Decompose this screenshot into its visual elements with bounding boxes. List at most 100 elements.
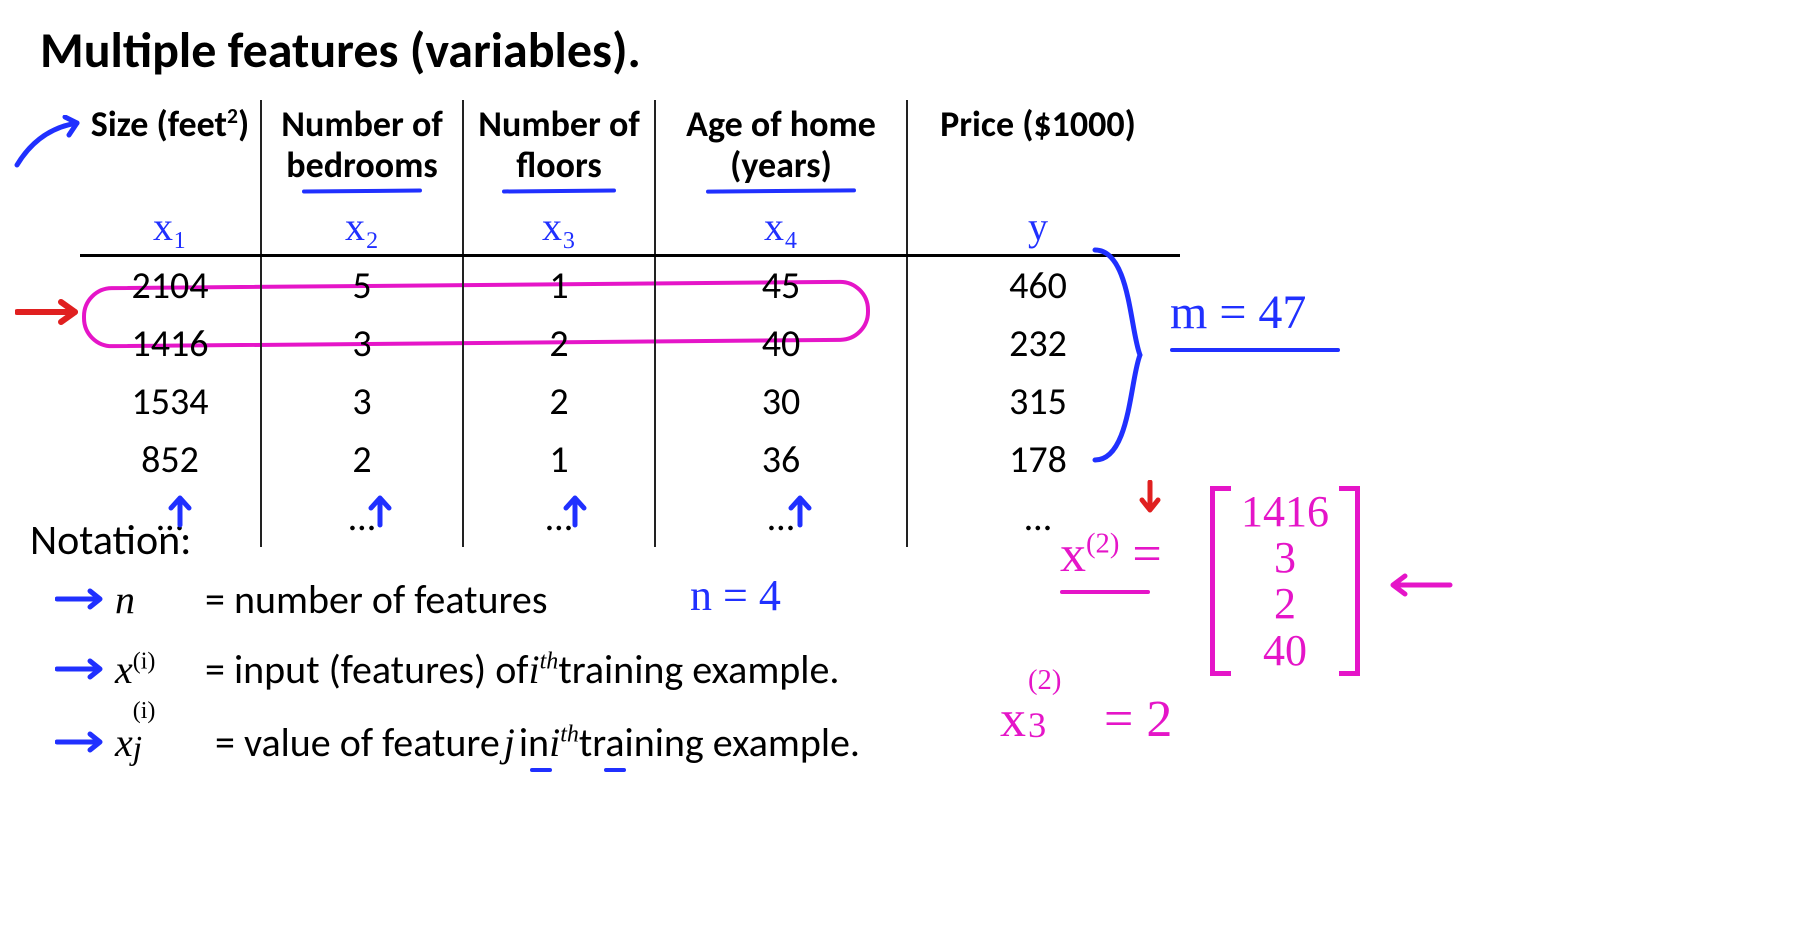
vector-value: 40 bbox=[1263, 628, 1307, 674]
cell: 1 bbox=[464, 431, 656, 489]
x2-vector-matrix: 1416 3 2 40 bbox=[1210, 485, 1360, 678]
text: (years) bbox=[730, 143, 832, 187]
table-row: 1534 3 2 30 315 bbox=[80, 373, 1180, 431]
uparrow-under-x2-icon bbox=[360, 490, 400, 530]
cell: 30 bbox=[656, 373, 908, 431]
text: x bbox=[115, 720, 133, 765]
var-label-x1: x₁ bbox=[80, 195, 262, 254]
cell: 36 bbox=[656, 431, 908, 489]
table-row: 1416 3 2 40 232 bbox=[80, 315, 1180, 373]
table-row-ellipsis: … … … … … bbox=[80, 489, 1180, 547]
vector-value: 2 bbox=[1274, 581, 1296, 627]
definition-xji-text-a: = value of feature bbox=[215, 718, 500, 767]
col-header-price: Price ($1000) bbox=[908, 100, 1168, 195]
col-header-size: Size (feet2) bbox=[80, 100, 262, 195]
superscript-2: (2) bbox=[1086, 529, 1119, 560]
text: x bbox=[115, 647, 133, 692]
cell: 852 bbox=[80, 431, 262, 489]
text: Price ($1000) bbox=[940, 102, 1136, 146]
x3-of-2-equals-2: x (2) 3 xx = 2 bbox=[1000, 690, 1172, 749]
m-underline-icon bbox=[1170, 348, 1340, 352]
vector-value: 1416 bbox=[1241, 489, 1329, 535]
notation-heading: Notation: bbox=[30, 515, 191, 566]
uparrow-under-x3-icon bbox=[555, 490, 595, 530]
text: i bbox=[549, 720, 560, 765]
x2-underline-icon bbox=[1060, 590, 1150, 594]
col-header-floors: Number of floors bbox=[464, 100, 656, 195]
subscript-3: 3 bbox=[1028, 704, 1046, 746]
squared-icon: 2 bbox=[227, 102, 238, 129]
cell: 45 bbox=[656, 257, 908, 315]
definition-xji-text-b: in bbox=[519, 718, 549, 767]
text: Size (feet bbox=[91, 102, 227, 146]
text: ) bbox=[238, 102, 249, 146]
equals: = bbox=[1119, 526, 1161, 583]
vector-values: 1416 3 2 40 bbox=[1231, 485, 1339, 678]
cell: 40 bbox=[656, 315, 908, 373]
cell: 1 bbox=[464, 257, 656, 315]
cell: 1534 bbox=[80, 373, 262, 431]
subscript-j: j bbox=[133, 730, 142, 768]
data-table: Size (feet2) Number of bedrooms Number o… bbox=[80, 100, 1180, 547]
cell: 3 bbox=[262, 373, 464, 431]
col-header-bedrooms: Number of bedrooms bbox=[262, 100, 464, 195]
down-arrow-to-x2-icon bbox=[1135, 480, 1165, 520]
rows-brace-icon bbox=[1085, 240, 1155, 470]
symbol-xji: x (i) j xx bbox=[115, 719, 205, 766]
underline-i-icon bbox=[604, 768, 626, 772]
table-row: 2104 5 1 45 460 bbox=[80, 257, 1180, 315]
n-equals-4-annotation: n = 4 bbox=[690, 570, 781, 621]
cell: 5 bbox=[262, 257, 464, 315]
cell: 2 bbox=[464, 373, 656, 431]
definition-xji: x (i) j xx = value of feature j in ith t… bbox=[55, 718, 860, 767]
text: floors bbox=[516, 143, 601, 187]
bullet-arrow-icon bbox=[55, 655, 115, 683]
superscript-th: th bbox=[540, 649, 559, 675]
symbol-j: j bbox=[500, 719, 519, 766]
vector-value: 3 bbox=[1274, 535, 1296, 581]
symbol-xi: x(i) bbox=[115, 646, 195, 693]
superscript-th: th bbox=[560, 722, 579, 748]
text: Number of bbox=[281, 102, 442, 146]
cell: 2 bbox=[262, 431, 464, 489]
underline-j-icon bbox=[530, 768, 552, 772]
symbol-n: n bbox=[115, 576, 195, 623]
definition-xi: x(i) = input (features) of ith training … bbox=[55, 645, 839, 694]
superscript-2: (2) bbox=[1028, 665, 1061, 697]
text: bedrooms bbox=[286, 143, 437, 187]
equals-value: = 2 bbox=[1091, 691, 1172, 748]
arrow-into-matrix-icon bbox=[1385, 570, 1455, 600]
text: x bbox=[1000, 691, 1026, 748]
var-label-x3: x₃ bbox=[464, 195, 656, 254]
ith: ith bbox=[549, 719, 579, 766]
cell: 2 bbox=[464, 315, 656, 373]
bullet-arrow-icon bbox=[55, 728, 115, 756]
right-bracket-icon bbox=[1339, 486, 1360, 676]
m-equals-annotation: m = 47 bbox=[1170, 285, 1306, 340]
var-label-x2: x₂ bbox=[262, 195, 464, 254]
cell: 3 bbox=[262, 315, 464, 373]
text: Age of home bbox=[686, 102, 876, 146]
definition-xji-text-c: training example. bbox=[579, 718, 860, 767]
page-title: Multiple features (variables). bbox=[40, 20, 641, 81]
slide: Multiple features (variables). Size (fee… bbox=[0, 0, 1810, 938]
bullet-arrow-icon bbox=[55, 585, 115, 613]
superscript-i: (i) bbox=[133, 649, 156, 675]
arrow-to-row2-icon bbox=[15, 292, 90, 332]
table-row: 852 2 1 36 178 bbox=[80, 431, 1180, 489]
cell: 1416 bbox=[80, 315, 262, 373]
cell: 2104 bbox=[80, 257, 262, 315]
text: Number of bbox=[478, 102, 639, 146]
superscript-i: (i) bbox=[133, 698, 156, 725]
text: x bbox=[1060, 526, 1086, 583]
x-superscript-2-label: x(2) = bbox=[1060, 525, 1162, 584]
definition-n-text: = number of features bbox=[205, 575, 547, 624]
definition-n: n = number of features bbox=[55, 575, 547, 624]
definition-xi-text-a: = input (features) of bbox=[205, 645, 529, 694]
left-bracket-icon bbox=[1210, 486, 1231, 676]
definition-xi-text-b: training example. bbox=[558, 645, 839, 694]
var-label-x4: x₄ bbox=[656, 195, 908, 254]
ith: ith bbox=[529, 646, 559, 693]
text: i bbox=[529, 647, 540, 692]
col-header-age: Age of home (years) bbox=[656, 100, 908, 195]
